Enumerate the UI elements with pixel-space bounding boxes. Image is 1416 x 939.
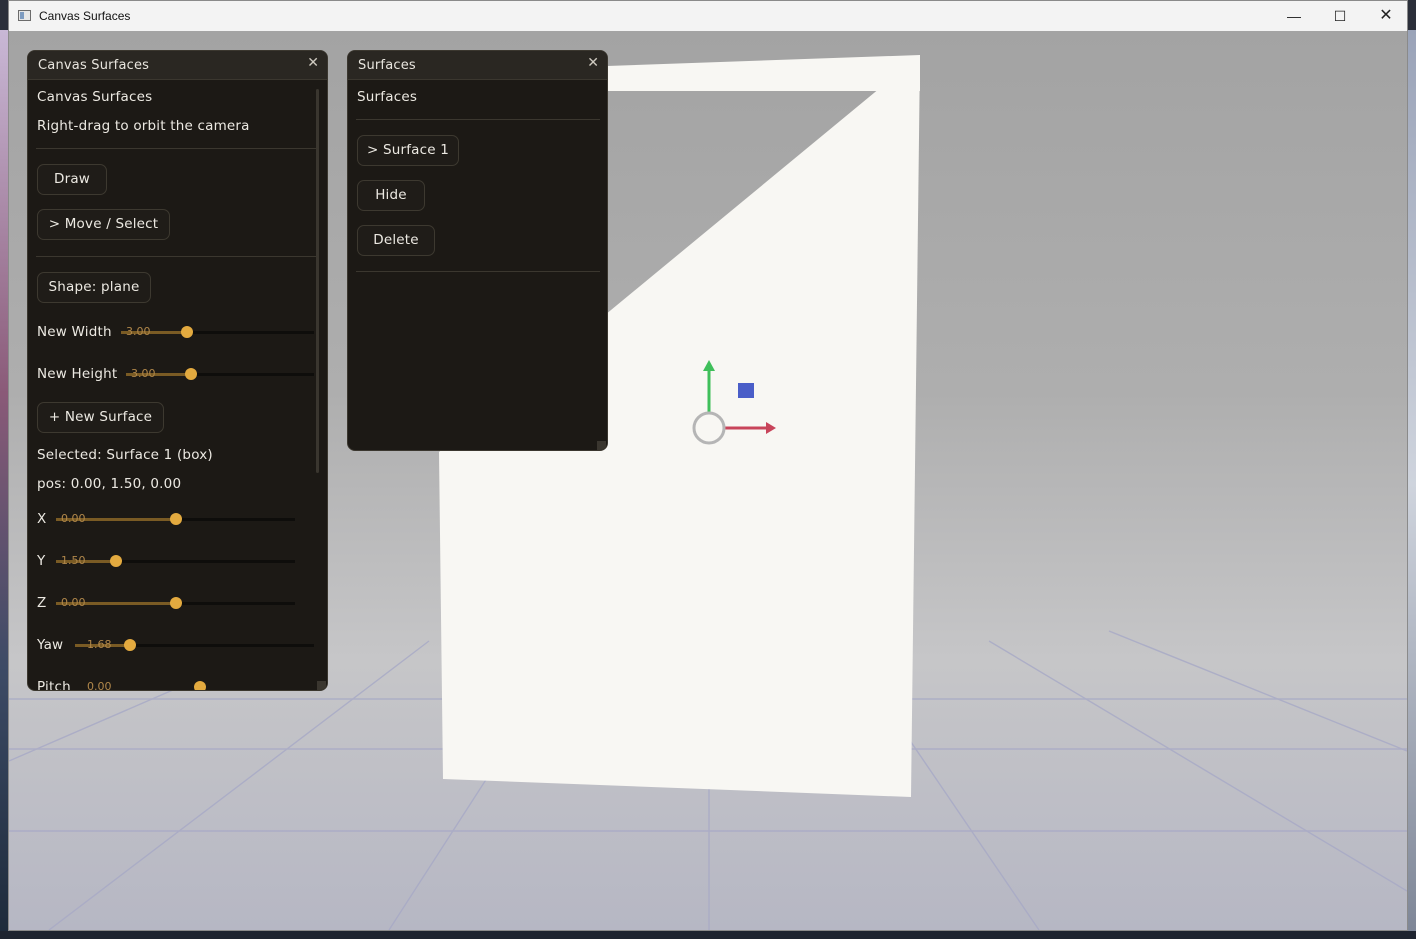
pitch-value: 0.00 xyxy=(87,680,112,691)
position-text: pos: 0.00, 1.50, 0.00 xyxy=(37,476,182,492)
y-handle[interactable] xyxy=(110,555,122,567)
pitch-row-clipped: Pitch 0.00 xyxy=(28,677,318,691)
gizmo-y-arrow-icon xyxy=(703,360,715,371)
canvas-surfaces-panel: Canvas Surfaces ✕ Canvas Surfaces Right-… xyxy=(27,50,328,691)
gizmo-z-handle xyxy=(738,383,754,398)
new-surface-button[interactable]: + New Surface xyxy=(37,402,164,433)
orbit-hint-text: Right-drag to orbit the camera xyxy=(37,118,250,134)
close-window-button[interactable]: ✕ xyxy=(1363,1,1409,31)
move-select-button[interactable]: > Move / Select xyxy=(37,209,170,240)
z-handle[interactable] xyxy=(170,597,182,609)
z-value: 0.00 xyxy=(61,596,86,609)
title-bar[interactable]: Canvas Surfaces — ☐ ✕ xyxy=(9,1,1407,31)
panel-heading: Surfaces xyxy=(357,89,418,105)
panel-title: Surfaces xyxy=(358,58,416,73)
yaw-handle[interactable] xyxy=(124,639,136,651)
divider xyxy=(36,256,318,257)
draw-button[interactable]: Draw xyxy=(37,164,107,195)
x-value: 0.00 xyxy=(61,512,86,525)
app-icon xyxy=(18,10,31,21)
new-width-label: New Width xyxy=(37,324,112,340)
surface-1-item[interactable]: > Surface 1 xyxy=(357,135,459,166)
close-icon[interactable]: ✕ xyxy=(307,55,319,71)
x-label: X xyxy=(37,511,47,527)
taskbar-edge xyxy=(0,931,1416,939)
minimize-button[interactable]: — xyxy=(1271,1,1317,31)
new-height-value: 3.00 xyxy=(131,367,156,380)
panel-header[interactable]: Surfaces ✕ xyxy=(348,51,607,80)
gizmo-center-ring xyxy=(692,411,726,445)
divider xyxy=(36,148,318,149)
yaw-value: 1.68 xyxy=(87,638,112,651)
desktop-background-right xyxy=(1408,30,1416,939)
pitch-handle[interactable] xyxy=(194,681,206,690)
gizmo-x-arrow-icon xyxy=(766,422,776,434)
new-width-value: 3.00 xyxy=(126,325,151,338)
delete-button[interactable]: Delete xyxy=(357,225,435,256)
desktop-background-left xyxy=(0,30,8,939)
divider xyxy=(356,119,600,120)
surfaces-panel: Surfaces ✕ Surfaces > Surface 1 Hide Del… xyxy=(347,50,608,451)
selected-surface-text: Selected: Surface 1 (box) xyxy=(37,447,213,463)
yaw-label: Yaw xyxy=(37,637,64,653)
panel-header[interactable]: Canvas Surfaces ✕ xyxy=(28,51,327,80)
y-value: 1.50 xyxy=(61,554,86,567)
pitch-label: Pitch xyxy=(37,679,71,691)
new-width-handle[interactable] xyxy=(181,326,193,338)
divider xyxy=(356,271,600,272)
panel-title: Canvas Surfaces xyxy=(38,58,150,73)
z-label: Z xyxy=(37,595,47,611)
panel-scrollbar[interactable] xyxy=(316,89,319,473)
resize-grip-icon[interactable] xyxy=(597,441,606,450)
hide-button[interactable]: Hide xyxy=(357,180,425,211)
x-handle[interactable] xyxy=(170,513,182,525)
maximize-button[interactable]: ☐ xyxy=(1317,1,1363,31)
y-label: Y xyxy=(37,553,46,569)
window-title: Canvas Surfaces xyxy=(39,9,131,23)
close-icon[interactable]: ✕ xyxy=(587,55,599,71)
resize-grip-icon[interactable] xyxy=(317,681,326,690)
new-height-handle[interactable] xyxy=(185,368,197,380)
panel-heading: Canvas Surfaces xyxy=(37,89,153,105)
new-height-label: New Height xyxy=(37,366,118,382)
shape-button[interactable]: Shape: plane xyxy=(37,272,151,303)
